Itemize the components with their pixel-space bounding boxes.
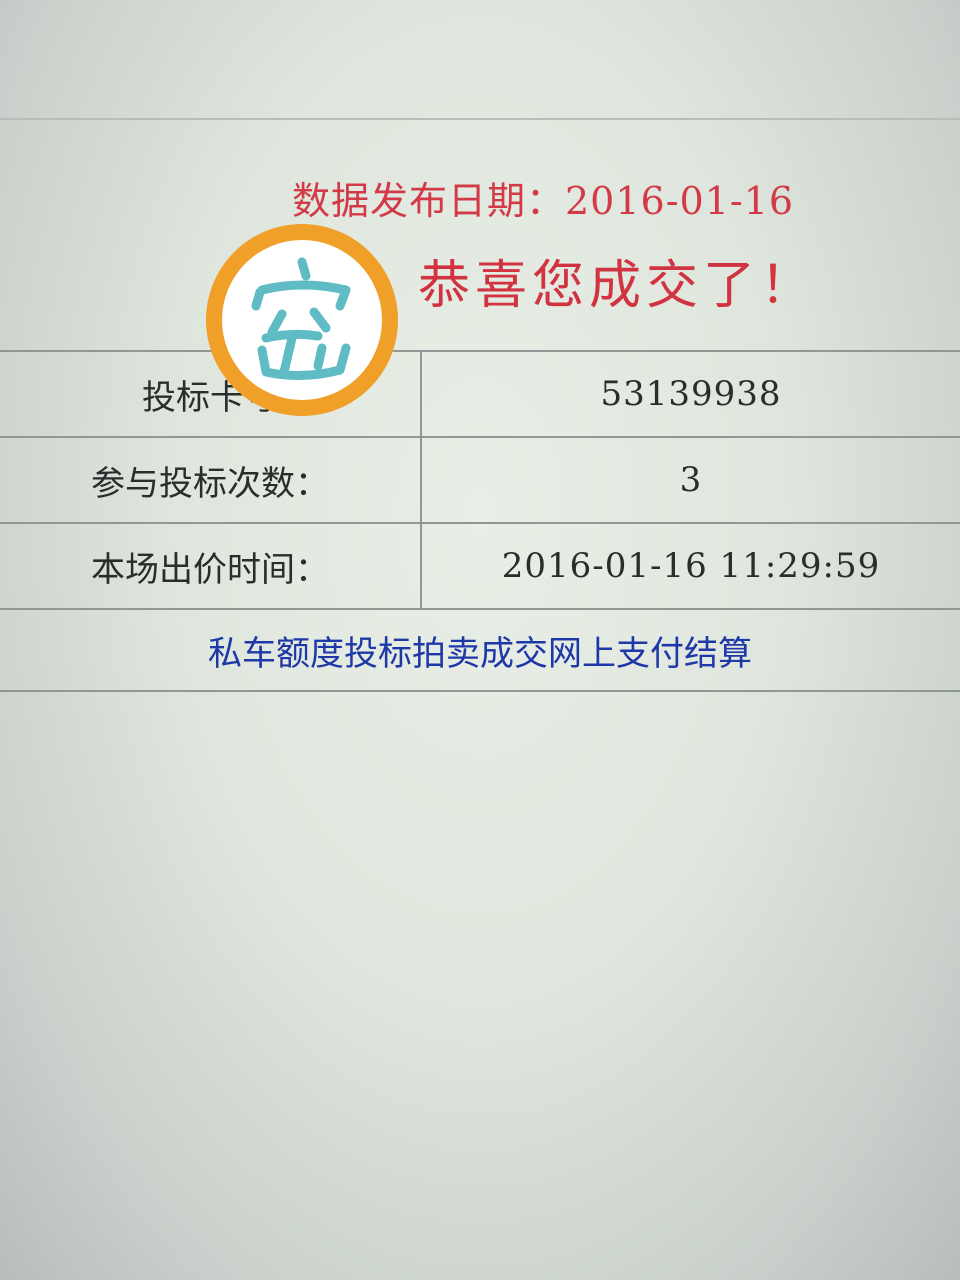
table-row: 投标卡号 53139938 xyxy=(0,350,960,438)
table-row: 本场出价时间： 2016-01-16 11:29:59 xyxy=(0,522,960,610)
congratulation-heading: 恭喜您成交了！ xyxy=(418,256,818,316)
bid-time-label: 本场出价时间： xyxy=(0,522,422,610)
publish-date-text: 数据发布日期：2016-01-16 xyxy=(292,179,795,223)
bid-card-number-value: 53139938 xyxy=(421,350,960,438)
payment-cell: 私车额度投标拍卖成交网上支付结算 xyxy=(0,608,960,692)
bid-time-value: 2016-01-16 11:29:59 xyxy=(421,522,960,610)
online-payment-link[interactable]: 私车额度投标拍卖成交网上支付结算 xyxy=(208,634,752,674)
table-row: 参与投标次数： 3 xyxy=(0,436,960,524)
bid-count-label: 参与投标次数： xyxy=(0,436,422,524)
top-divider xyxy=(0,118,960,120)
auction-result-table: 投标卡号 53139938 参与投标次数： 3 本场出价时间： 2016-01-… xyxy=(0,350,960,692)
bid-count-value: 3 xyxy=(421,436,960,524)
payment-row: 私车额度投标拍卖成交网上支付结算 xyxy=(0,608,960,692)
sticker-overlay xyxy=(206,224,398,416)
handwritten-character-icon xyxy=(251,257,351,381)
